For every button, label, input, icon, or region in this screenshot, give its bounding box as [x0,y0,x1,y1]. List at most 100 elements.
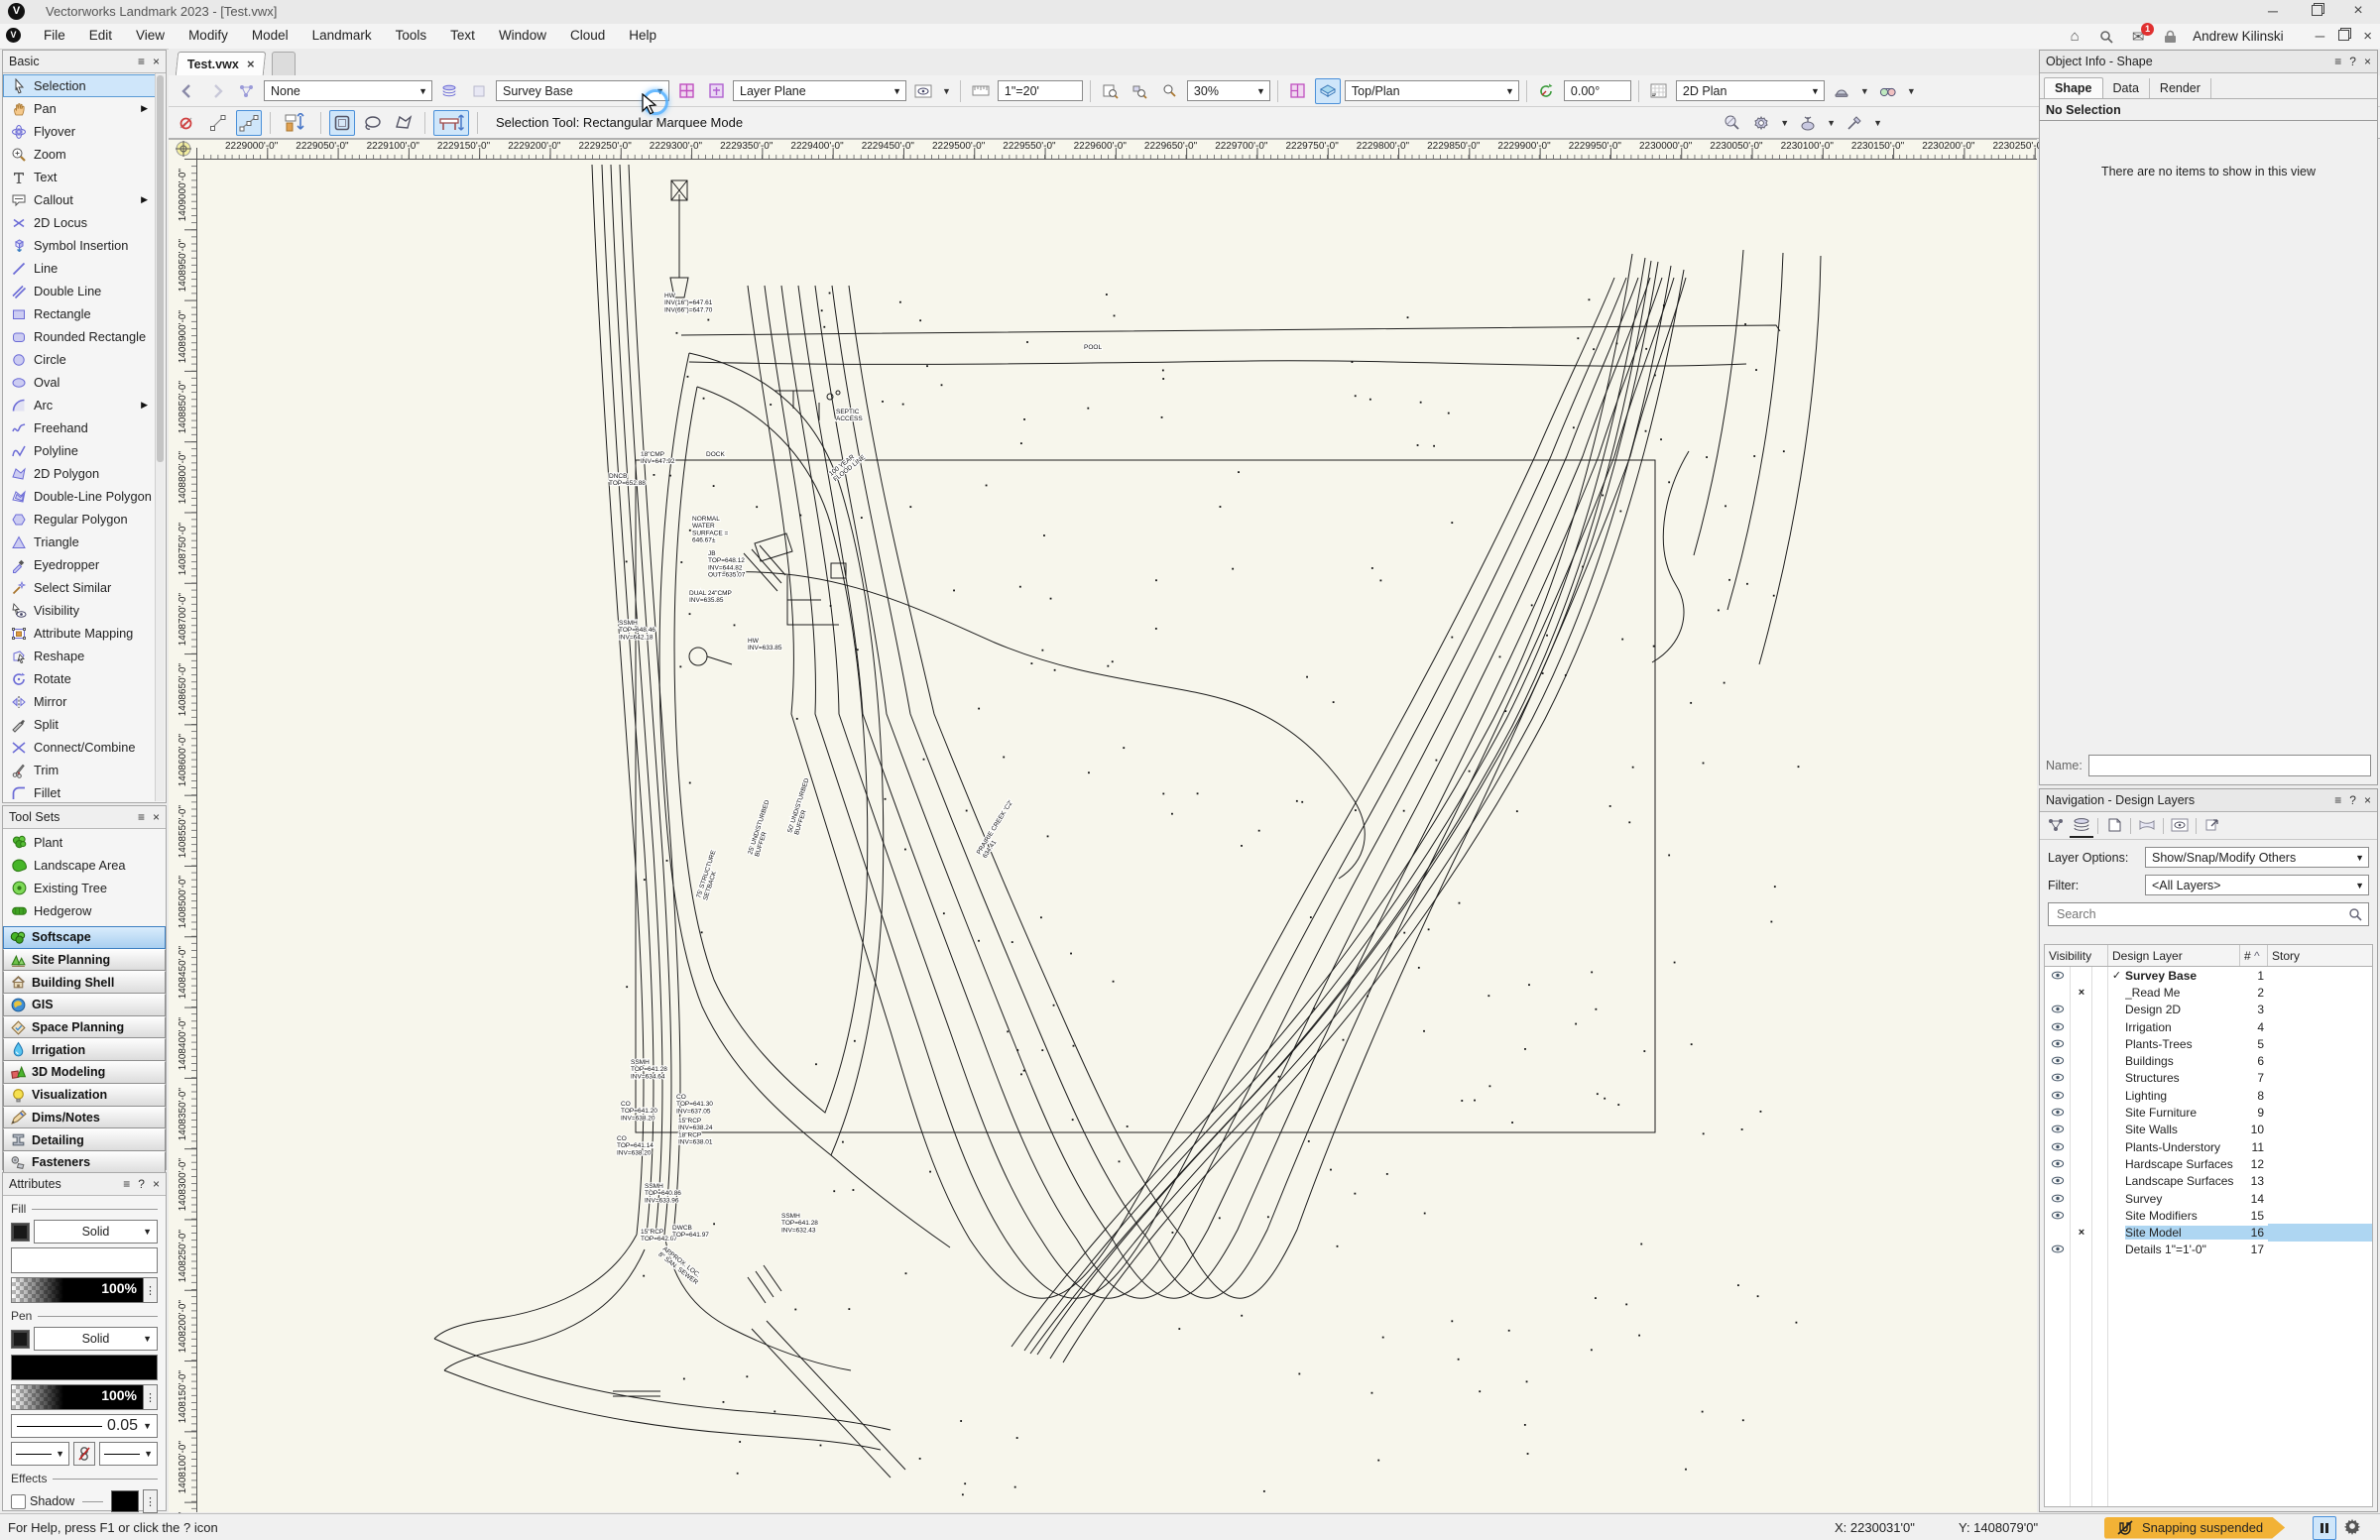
layer-row-hardscape-surfaces[interactable]: Hardscape Surfaces12 [2045,1155,2372,1172]
layer-row-buildings[interactable]: Buildings6 [2045,1052,2372,1069]
layer-row--read-me[interactable]: ×_Read Me2 [2045,984,2372,1001]
navigation-header[interactable]: Navigation - Design Layers ≡ ? × [2040,789,2377,812]
layer-row-details-1-1-0-[interactable]: Details 1"=1'-0"17 [2045,1242,2372,1258]
pause-snapping-button[interactable] [2313,1516,2336,1540]
layer-row-site-modifiers[interactable]: Site Modifiers15 [2045,1207,2372,1224]
object-info-header[interactable]: Object Info - Shape ≡ ? × [2040,51,2377,73]
landscape-tool-icon[interactable] [1842,110,1867,136]
saved-views-dropdown[interactable]: None▼ [264,80,432,101]
render-mode-dropdown[interactable]: 2D Plan▼ [1676,80,1825,101]
marquee-polygon-icon[interactable] [391,110,416,136]
menu-view[interactable]: View [124,24,177,47]
line-style-link-icon[interactable] [73,1442,95,1466]
tool-text[interactable]: Text [3,166,156,188]
line-style-dropdown[interactable]: ▼ [11,1442,69,1466]
tool-connect-combine[interactable]: Connect/Combine [3,736,156,759]
camera-match-caret[interactable]: ▼ [1907,86,1916,96]
scale-icon[interactable] [968,78,994,104]
grid-icon[interactable] [1646,78,1672,104]
attributes-help-icon[interactable]: ? [138,1177,145,1191]
tab-render[interactable]: Render [2150,78,2211,98]
attributes-menu-icon[interactable]: ≡ [123,1177,130,1191]
layer-visibility-cell[interactable] [2045,1089,2071,1103]
fill-opacity-options-icon[interactable]: ⋮ [143,1278,157,1302]
layer-row-lighting[interactable]: Lighting8 [2045,1087,2372,1104]
toolset-building-shell[interactable]: Building Shell [3,971,166,994]
nav-references-icon[interactable] [2201,813,2224,838]
multiple-views-icon[interactable] [1285,78,1311,104]
scale-multiple-icon[interactable] [236,110,262,136]
layer-visibility-cell[interactable] [2045,1140,2071,1154]
layers-icon[interactable] [436,78,462,104]
column-design-layer[interactable]: Design Layer [2108,945,2240,966]
toolset-tool-existing-tree[interactable]: Existing Tree [3,877,166,899]
fill-opacity-bar[interactable]: 100% ⋮ [11,1277,158,1303]
menu-cloud[interactable]: Cloud [558,24,617,47]
layer-visibility-cell[interactable] [2045,1106,2071,1120]
tool-2d-locus[interactable]: 2D Locus [3,211,156,234]
tool-callout[interactable]: Callout▶ [3,188,156,211]
nav-viewports-icon[interactable] [2135,813,2159,838]
menu-modify[interactable]: Modify [177,24,240,47]
menu-help[interactable]: Help [617,24,668,47]
pen-opacity-bar[interactable]: 100% ⋮ [11,1384,158,1410]
tool-regular-polygon[interactable]: Regular Polygon [3,508,156,531]
layer-visibility-cell[interactable] [2045,1054,2071,1068]
marquee-lasso-icon[interactable] [360,110,386,136]
tool-attribute-mapping[interactable]: Attribute Mapping [3,622,156,645]
minimize-button[interactable]: ─ [2253,0,2293,23]
toolset-tool-hedgerow[interactable]: Hedgerow [3,899,166,922]
layer-visibility-cell[interactable] [2045,1243,2071,1256]
toolset-irrigation[interactable]: Irrigation [3,1038,166,1061]
tool-flyover[interactable]: Flyover [3,120,156,143]
tool-mirror[interactable]: Mirror [3,690,156,713]
pen-color-bar[interactable] [11,1355,158,1380]
preferences-search-icon[interactable] [1719,110,1744,136]
snapping-suspended-badge[interactable]: Snapping suspended [2104,1517,2285,1539]
toolset-site-planning[interactable]: Site Planning [3,949,166,972]
line-marker-dropdown[interactable]: ▼ [99,1442,158,1466]
layer-visibility-cell[interactable] [2045,969,2071,983]
layer-invisible-cell[interactable]: × [2071,987,2092,999]
layer-visibility-cell[interactable] [2045,1157,2071,1171]
pen-opacity-options-icon[interactable]: ⋮ [143,1385,157,1409]
line-weight-dropdown[interactable]: 0.05▼ [11,1414,158,1438]
tool-sets-header[interactable]: Tool Sets ≡ × [3,806,166,829]
attributes-header[interactable]: Attributes ≡ ? × [3,1173,166,1196]
tool-arc[interactable]: Arc▶ [3,394,156,416]
rotate-view-icon[interactable] [1534,78,1560,104]
layer-row-plants-understory[interactable]: Plants-Understory11 [2045,1138,2372,1155]
pen-type-swatch[interactable] [11,1330,30,1349]
ruler-origin-icon[interactable] [173,140,196,159]
layer-row-irrigation[interactable]: Irrigation4 [2045,1018,2372,1035]
home-icon[interactable]: ⌂ [2066,28,2083,46]
menu-window[interactable]: Window [487,24,558,47]
mdi-close-icon[interactable]: × [2363,28,2372,45]
tab-shape[interactable]: Shape [2044,77,2103,98]
layer-row-landscape-surfaces[interactable]: Landscape Surfaces13 [2045,1173,2372,1190]
render-style-caret[interactable]: ▼ [1860,86,1869,96]
search-icon[interactable] [2097,28,2115,46]
tool-oval[interactable]: Oval [3,371,156,394]
nav-design-layers-icon[interactable] [2070,813,2093,838]
mdi-minimize-icon[interactable]: ─ [2316,29,2325,44]
nav-classes-icon[interactable] [2044,813,2068,838]
tool-selection[interactable]: Selection [3,74,156,97]
drawing-canvas[interactable]: 2229000'-0"2229050'-0"2229100'-0"2229150… [169,139,2037,1512]
tool-fillet[interactable]: Fillet [3,781,156,804]
tool-preferences-gear-icon[interactable] [1748,110,1774,136]
toolset-tool-plant[interactable]: Plant [3,831,166,854]
messages-icon[interactable]: ✉1 [2129,28,2147,46]
menu-edit[interactable]: Edit [77,24,124,47]
tool-pan[interactable]: Pan▶ [3,97,156,120]
status-gear-icon[interactable] [2342,1516,2362,1539]
interactive-scaling-off-icon[interactable] [175,110,200,136]
tool-visibility[interactable]: Visibility [3,599,156,622]
navigation-close-icon[interactable]: × [2364,793,2371,807]
tool-symbol-insertion[interactable]: Symbol Insertion [3,234,156,257]
forward-button[interactable] [204,78,230,104]
menu-landmark[interactable]: Landmark [300,24,384,47]
visibility-options-caret[interactable]: ▼ [942,86,951,96]
basic-menu-icon[interactable]: ≡ [138,55,145,68]
visibility-options-icon[interactable] [910,78,936,104]
